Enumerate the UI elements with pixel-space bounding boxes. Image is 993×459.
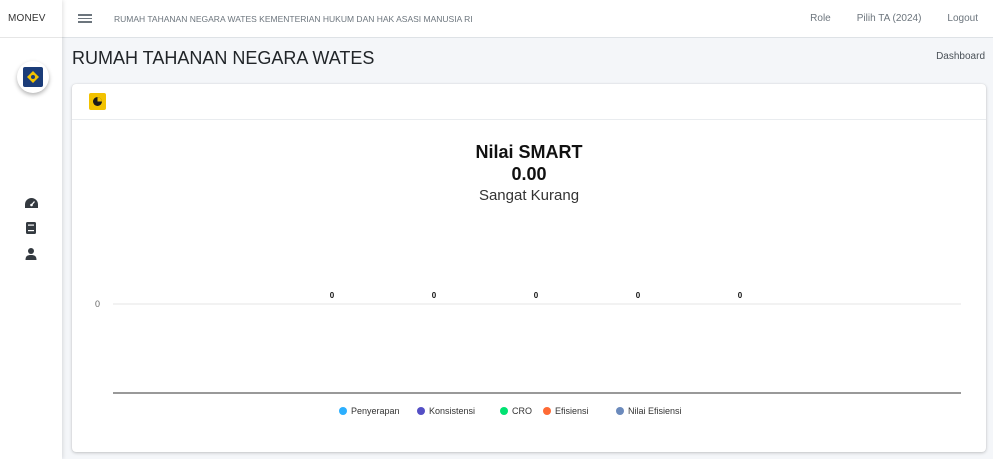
bar-chart: 0 0 0 0 0 0 Penyerapan Konsistensi CRO Efisiens… bbox=[95, 291, 961, 416]
legend-item-efisiensi[interactable]: Efisiensi bbox=[543, 406, 589, 416]
data-label-efisiensi: 0 bbox=[636, 291, 641, 300]
legend-label: Penyerapan bbox=[351, 406, 400, 416]
legend-label: Efisiensi bbox=[555, 406, 589, 416]
legend-item-cro[interactable]: CRO bbox=[500, 406, 532, 416]
breadcrumb-dashboard[interactable]: Dashboard bbox=[936, 51, 985, 62]
data-label-nilai-efisiensi: 0 bbox=[738, 291, 743, 300]
legend-label: CRO bbox=[512, 406, 532, 416]
data-label-penyerapan: 0 bbox=[330, 291, 335, 300]
menu-toggle-icon[interactable] bbox=[78, 12, 92, 25]
user-icon[interactable] bbox=[23, 246, 39, 262]
legend-marker bbox=[543, 407, 551, 415]
app-logo[interactable] bbox=[17, 61, 49, 93]
top-navbar: RUMAH TAHANAN NEGARA WATES KEMENTERIAN H… bbox=[62, 0, 993, 38]
dashboard-gauge-icon[interactable] bbox=[23, 195, 39, 211]
sidebar: MONEV bbox=[0, 0, 62, 459]
data-label-konsistensi: 0 bbox=[432, 291, 437, 300]
fiscal-year-selector[interactable]: Pilih TA (2024) bbox=[857, 13, 922, 24]
y-tick-label: 0 bbox=[95, 299, 100, 309]
navbar-title: RUMAH TAHANAN NEGARA WATES KEMENTERIAN H… bbox=[114, 13, 473, 24]
smart-chart-card: Nilai SMART 0.00 Sangat Kurang 0 00000 P… bbox=[72, 84, 986, 452]
legend-marker bbox=[500, 407, 508, 415]
institution-emblem-icon bbox=[23, 67, 43, 87]
legend-marker bbox=[616, 407, 624, 415]
book-icon[interactable] bbox=[23, 220, 39, 236]
role-link[interactable]: Role bbox=[810, 13, 831, 24]
legend-label: Nilai Efisiensi bbox=[628, 406, 682, 416]
legend-item-konsistensi[interactable]: Konsistensi bbox=[417, 406, 475, 416]
legend-marker bbox=[417, 407, 425, 415]
page-title: RUMAH TAHANAN NEGARA WATES bbox=[72, 48, 375, 68]
legend-marker bbox=[339, 407, 347, 415]
legend-item-penyerapan[interactable]: Penyerapan bbox=[339, 406, 400, 416]
legend-item-nilai-efisiensi[interactable]: Nilai Efisiensi bbox=[616, 406, 682, 416]
data-label-cro: 0 bbox=[534, 291, 539, 300]
logout-link[interactable]: Logout bbox=[947, 13, 978, 24]
legend-label: Konsistensi bbox=[429, 406, 475, 416]
brand-label[interactable]: MONEV bbox=[0, 0, 62, 38]
